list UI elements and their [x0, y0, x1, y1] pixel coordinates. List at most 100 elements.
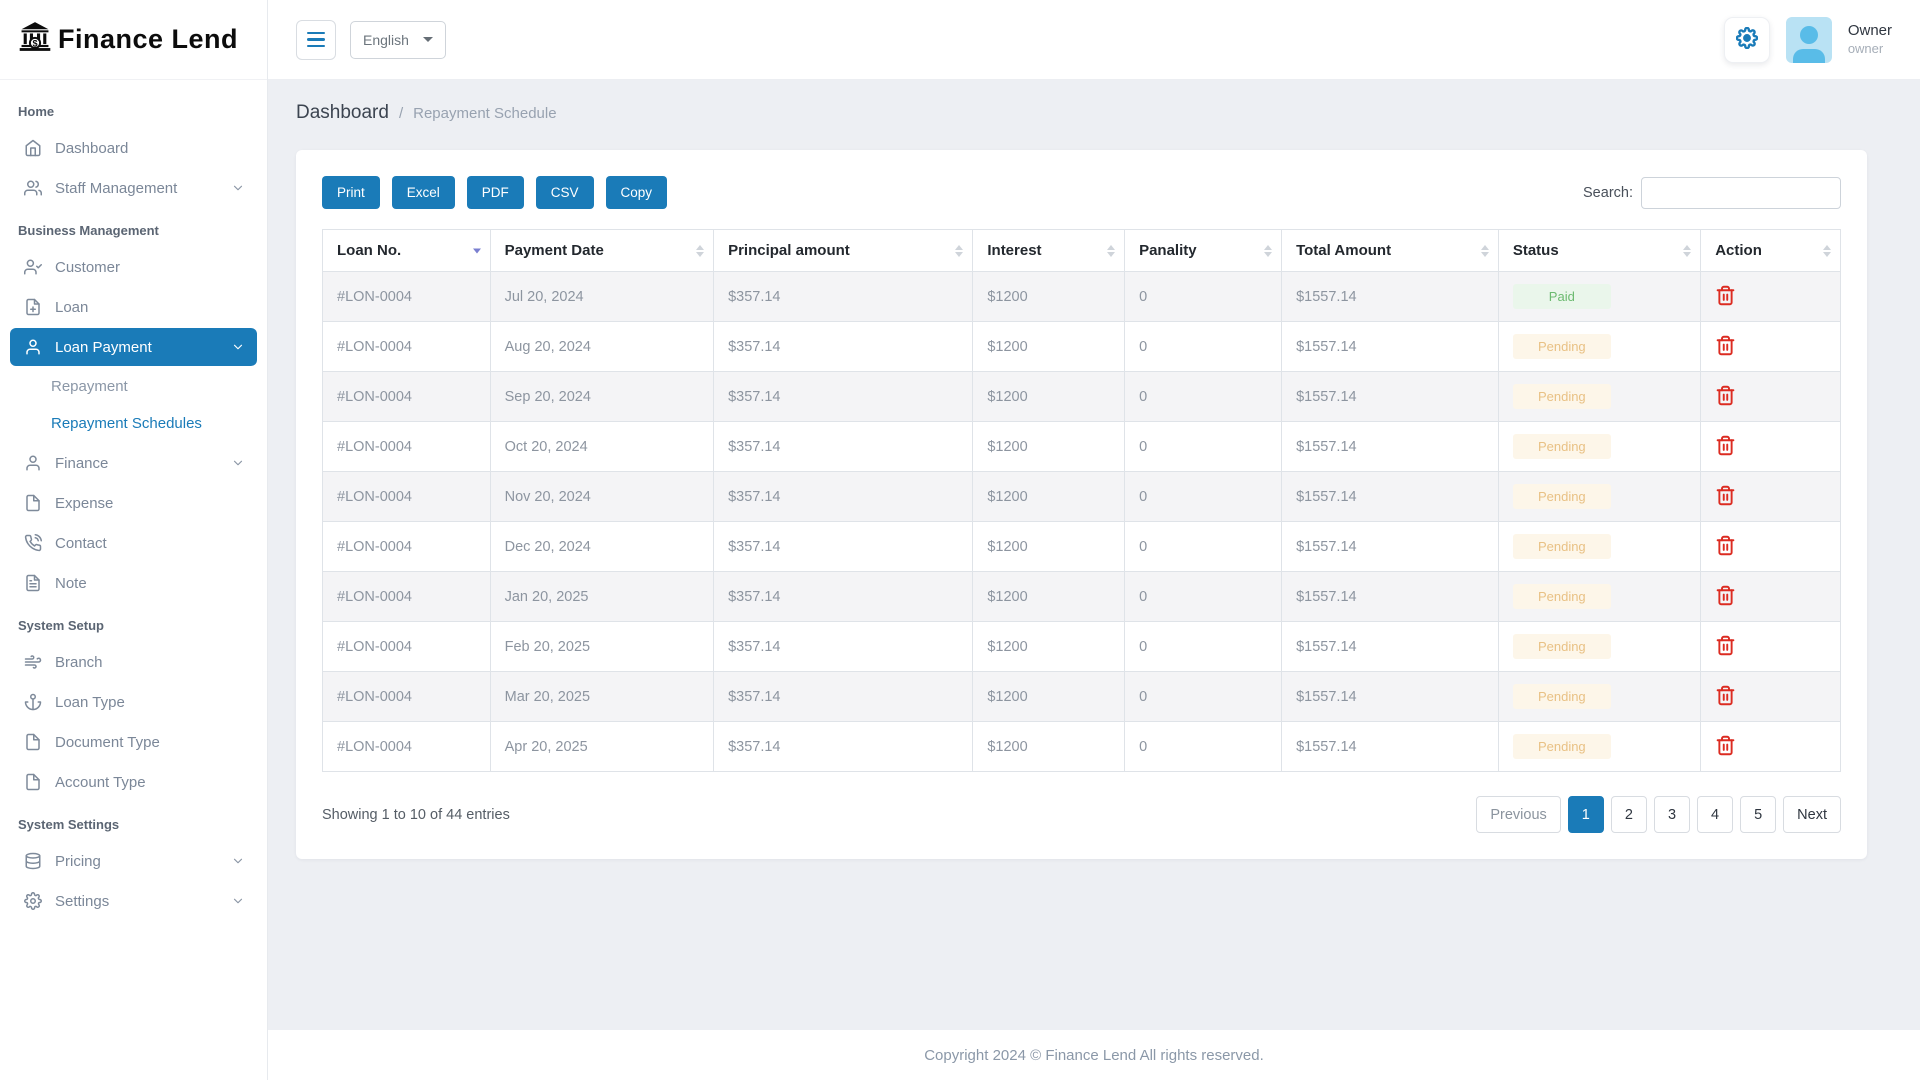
- copy-button[interactable]: Copy: [606, 176, 668, 209]
- cell-loan-no: #LON-0004: [323, 322, 491, 372]
- cell-penalty: 0: [1125, 722, 1282, 772]
- column-header-total-amount[interactable]: Total Amount: [1282, 230, 1499, 272]
- search-input[interactable]: [1641, 177, 1841, 209]
- sidebar-item-loan-payment[interactable]: Loan Payment: [10, 328, 257, 366]
- column-header-loan-no[interactable]: Loan No.: [323, 230, 491, 272]
- column-header-principal-amount[interactable]: Principal amount: [714, 230, 973, 272]
- showing-entries-text: Showing 1 to 10 of 44 entries: [322, 807, 510, 823]
- file-icon: [24, 494, 42, 512]
- cell-action: [1701, 722, 1841, 772]
- delete-button[interactable]: [1715, 535, 1736, 559]
- cell-total: $1557.14: [1282, 572, 1499, 622]
- users-icon: [24, 179, 42, 197]
- table-row: #LON-0004Mar 20, 2025$357.14$12000$1557.…: [323, 672, 1841, 722]
- cell-loan-no: #LON-0004: [323, 372, 491, 422]
- brand-logo[interactable]: $ Finance Lend: [0, 0, 267, 80]
- table-row: #LON-0004Aug 20, 2024$357.14$12000$1557.…: [323, 322, 1841, 372]
- sidebar-item-contact[interactable]: Contact: [10, 524, 257, 562]
- print-button[interactable]: Print: [322, 176, 380, 209]
- file-text-icon: [24, 574, 42, 592]
- cell-action: [1701, 472, 1841, 522]
- excel-button[interactable]: Excel: [392, 176, 455, 209]
- cell-total: $1557.14: [1282, 722, 1499, 772]
- delete-button[interactable]: [1715, 385, 1736, 409]
- delete-button[interactable]: [1715, 685, 1736, 709]
- user-block[interactable]: Owner owner: [1848, 22, 1892, 57]
- sidebar-item-label: Customer: [55, 259, 245, 276]
- pagination-next[interactable]: Next: [1783, 796, 1841, 833]
- sidebar-subitem-repayment[interactable]: Repayment: [10, 368, 257, 405]
- sidebar-item-label: Pricing: [55, 853, 218, 870]
- cell-payment-date: Apr 20, 2025: [490, 722, 713, 772]
- sidebar-item-label: Contact: [55, 535, 245, 552]
- footer: Copyright 2024 © Finance Lend All rights…: [268, 1030, 1920, 1080]
- pagination-page-4[interactable]: 4: [1697, 796, 1733, 833]
- hamburger-icon[interactable]: [296, 20, 336, 60]
- sidebar-item-expense[interactable]: Expense: [10, 484, 257, 522]
- settings-icon: [24, 892, 42, 910]
- cell-interest: $1200: [973, 672, 1125, 722]
- status-badge: Pending: [1513, 484, 1611, 509]
- sort-both-icon: [696, 245, 704, 257]
- chevron-down-icon: [231, 456, 245, 470]
- column-header-panality[interactable]: Panality: [1125, 230, 1282, 272]
- settings-button[interactable]: [1724, 17, 1770, 63]
- delete-button[interactable]: [1715, 585, 1736, 609]
- cell-total: $1557.14: [1282, 522, 1499, 572]
- delete-button[interactable]: [1715, 335, 1736, 359]
- sidebar-item-document-type[interactable]: Document Type: [10, 723, 257, 761]
- cell-status: Pending: [1498, 572, 1700, 622]
- cell-loan-no: #LON-0004: [323, 622, 491, 672]
- column-header-action[interactable]: Action: [1701, 230, 1841, 272]
- status-badge: Pending: [1513, 684, 1611, 709]
- delete-button[interactable]: [1715, 435, 1736, 459]
- sort-both-icon: [1481, 245, 1489, 257]
- breadcrumb-dashboard[interactable]: Dashboard: [296, 102, 389, 124]
- pagination-page-5[interactable]: 5: [1740, 796, 1776, 833]
- cell-action: [1701, 622, 1841, 672]
- cell-penalty: 0: [1125, 572, 1282, 622]
- avatar[interactable]: [1786, 17, 1832, 63]
- sidebar-item-note[interactable]: Note: [10, 564, 257, 602]
- pagination-previous[interactable]: Previous: [1476, 796, 1560, 833]
- sidebar-subitem-repayment-schedules[interactable]: Repayment Schedules: [10, 405, 257, 442]
- pagination-page-3[interactable]: 3: [1654, 796, 1690, 833]
- cell-principal: $357.14: [714, 372, 973, 422]
- csv-button[interactable]: CSV: [536, 176, 594, 209]
- cell-principal: $357.14: [714, 322, 973, 372]
- sidebar-item-branch[interactable]: Branch: [10, 643, 257, 681]
- column-header-interest[interactable]: Interest: [973, 230, 1125, 272]
- sidebar-item-staff-management[interactable]: Staff Management: [10, 169, 257, 207]
- cell-loan-no: #LON-0004: [323, 522, 491, 572]
- home-icon: [24, 139, 42, 157]
- pagination-page-1[interactable]: 1: [1568, 796, 1604, 833]
- sidebar-item-finance[interactable]: Finance: [10, 444, 257, 482]
- sidebar-item-account-type[interactable]: Account Type: [10, 763, 257, 801]
- bank-icon: $: [18, 20, 52, 59]
- trash-icon: [1715, 635, 1736, 659]
- sort-both-icon: [955, 245, 963, 257]
- column-header-status[interactable]: Status: [1498, 230, 1700, 272]
- cell-payment-date: Dec 20, 2024: [490, 522, 713, 572]
- language-select[interactable]: English: [350, 21, 446, 59]
- cell-penalty: 0: [1125, 422, 1282, 472]
- column-header-payment-date[interactable]: Payment Date: [490, 230, 713, 272]
- sidebar-item-dashboard[interactable]: Dashboard: [10, 129, 257, 167]
- wind-icon: [24, 653, 42, 671]
- pagination-page-2[interactable]: 2: [1611, 796, 1647, 833]
- sidebar-item-loan[interactable]: Loan: [10, 288, 257, 326]
- sidebar-item-settings[interactable]: Settings: [10, 882, 257, 920]
- cell-status: Paid: [1498, 272, 1700, 322]
- delete-button[interactable]: [1715, 485, 1736, 509]
- delete-button[interactable]: [1715, 285, 1736, 309]
- pdf-button[interactable]: PDF: [467, 176, 524, 209]
- cell-penalty: 0: [1125, 472, 1282, 522]
- sidebar-item-loan-type[interactable]: Loan Type: [10, 683, 257, 721]
- sidebar-item-customer[interactable]: Customer: [10, 248, 257, 286]
- table-toolbar: PrintExcelPDFCSVCopy Search:: [322, 176, 1841, 209]
- cell-principal: $357.14: [714, 722, 973, 772]
- delete-button[interactable]: [1715, 735, 1736, 759]
- delete-button[interactable]: [1715, 635, 1736, 659]
- table-row: #LON-0004Feb 20, 2025$357.14$12000$1557.…: [323, 622, 1841, 672]
- sidebar-item-pricing[interactable]: Pricing: [10, 842, 257, 880]
